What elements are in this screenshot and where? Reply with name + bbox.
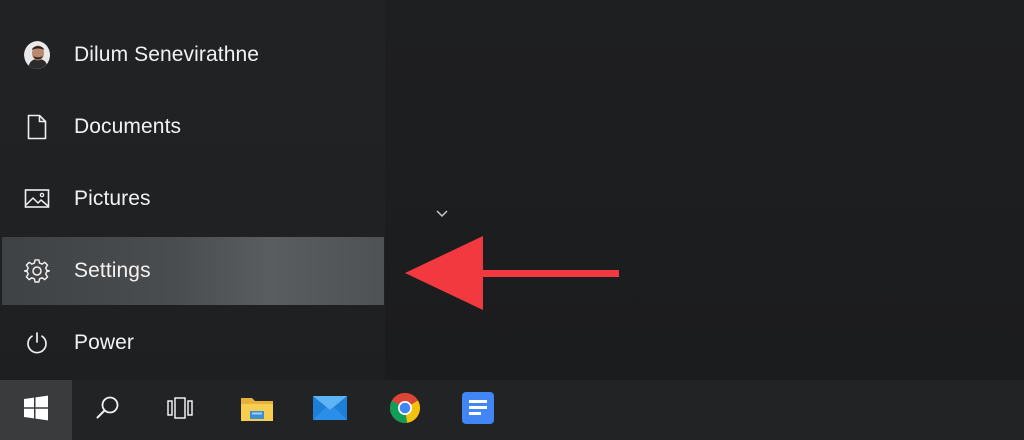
start-menu-item-pictures[interactable]: Pictures: [0, 165, 385, 233]
start-menu-item-power[interactable]: Power: [0, 309, 385, 377]
pictures-label: Pictures: [74, 187, 151, 210]
google-docs-button[interactable]: [442, 380, 514, 440]
power-label: Power: [74, 331, 135, 354]
start-menu-item-documents[interactable]: Documents: [0, 93, 385, 161]
document-icon: [24, 114, 50, 140]
picture-icon: [24, 186, 50, 212]
windows-logo-icon: [23, 395, 49, 426]
task-view-icon: [166, 396, 194, 425]
user-name-label: Dilum Senevirathne: [74, 43, 260, 66]
power-icon: [24, 330, 50, 356]
start-button[interactable]: [0, 380, 72, 440]
user-avatar: [24, 41, 50, 69]
annotation-arrow: [405, 232, 625, 314]
start-menu: Dilum Senevirathne Documents Pictures Se…: [0, 0, 385, 380]
gear-icon: [24, 258, 50, 284]
chrome-button[interactable]: [369, 380, 441, 440]
taskbar: [0, 380, 1024, 440]
mail-button[interactable]: [294, 380, 366, 440]
mail-icon: [312, 394, 348, 427]
start-menu-item-settings[interactable]: Settings: [2, 237, 384, 305]
file-explorer-icon: [240, 393, 274, 428]
start-menu-item-user[interactable]: Dilum Senevirathne: [0, 21, 385, 89]
file-explorer-button[interactable]: [221, 380, 293, 440]
search-icon: [95, 395, 121, 426]
task-view-button[interactable]: [144, 380, 216, 440]
search-button[interactable]: [72, 380, 144, 440]
settings-label: Settings: [74, 259, 151, 282]
chevron-down-icon[interactable]: [434, 207, 450, 221]
chrome-icon: [389, 392, 421, 429]
google-docs-icon: [461, 391, 495, 430]
documents-label: Documents: [74, 115, 182, 138]
